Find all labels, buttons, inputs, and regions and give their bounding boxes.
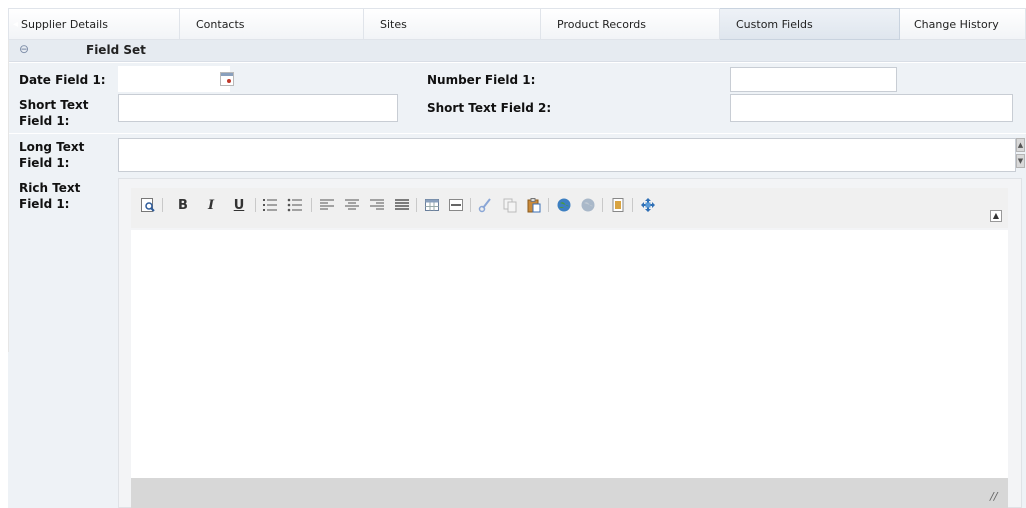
align-right-icon[interactable] <box>368 196 386 214</box>
editor-content-area[interactable] <box>131 230 1008 478</box>
tab-label: Product Records <box>557 17 646 31</box>
calendar-icon[interactable] <box>220 72 234 86</box>
collapse-icon[interactable]: ▲ <box>990 210 1002 222</box>
short-text-field-1-label: Short Text Field 1: <box>19 98 89 128</box>
collapse-minus-icon[interactable]: ⊖ <box>18 43 30 55</box>
short-text-field-2-label: Short Text Field 2: <box>427 101 552 115</box>
toolbar-separator <box>416 198 417 212</box>
justify-icon[interactable] <box>393 196 411 214</box>
horizontal-rule-icon[interactable] <box>447 196 465 214</box>
toolbar-separator <box>311 198 312 212</box>
unordered-list-icon[interactable] <box>286 196 304 214</box>
toolbar-separator <box>602 198 603 212</box>
left-border <box>8 40 9 352</box>
tab-label: Change History <box>914 17 999 31</box>
tab-change-history[interactable]: Change History <box>900 8 1026 40</box>
date-field-1-input[interactable] <box>118 66 230 92</box>
number-field-1-input[interactable] <box>730 67 897 92</box>
field-set-title: Field Set <box>86 43 146 57</box>
field-set-header: ⊖ Field Set <box>8 40 1026 62</box>
toolbar-separator <box>632 198 633 212</box>
tab-label: Sites <box>380 17 407 31</box>
editor-toolbar: B I U <box>131 188 1008 228</box>
scroll-up-icon[interactable]: ▲ <box>1016 138 1025 152</box>
toolbar-separator <box>162 198 163 212</box>
toolbar-separator <box>548 198 549 212</box>
toolbar-separator <box>255 198 256 212</box>
source-icon[interactable] <box>609 196 627 214</box>
tab-label: Contacts <box>196 17 245 31</box>
long-text-field-1-label: Long Text Field 1: <box>19 140 85 170</box>
short-text-field-1-input[interactable] <box>118 94 398 122</box>
cut-icon[interactable] <box>477 196 495 214</box>
long-text-field-1-textarea[interactable] <box>118 138 1016 172</box>
preview-icon[interactable] <box>139 196 157 214</box>
back-arrow-icon: ◂ <box>13 18 19 30</box>
resize-grip-icon[interactable]: // <box>990 490 1004 504</box>
italic-icon[interactable]: I <box>202 196 220 214</box>
date-field-1-label: Date Field 1: <box>19 73 106 87</box>
maximize-icon[interactable] <box>639 196 657 214</box>
tab-supplier-details[interactable]: ◂ Supplier Details <box>8 8 180 40</box>
tab-custom-fields[interactable]: Custom Fields <box>720 8 900 40</box>
tab-label: Supplier Details <box>21 17 108 31</box>
tab-product-records[interactable]: Product Records <box>541 8 720 40</box>
tab-sites[interactable]: Sites <box>364 8 541 40</box>
tab-label: Custom Fields <box>736 17 813 31</box>
toolbar-separator <box>470 198 471 212</box>
editor-status-bar <box>131 478 1008 508</box>
underline-icon[interactable]: U <box>230 196 248 214</box>
rich-text-field-1-label: Rich Text Field 1: <box>19 181 81 211</box>
table-icon[interactable] <box>423 196 441 214</box>
ordered-list-icon[interactable] <box>261 196 279 214</box>
align-left-icon[interactable] <box>318 196 336 214</box>
tab-contacts[interactable]: Contacts <box>180 8 364 40</box>
paste-icon[interactable] <box>525 196 543 214</box>
copy-icon[interactable] <box>501 196 519 214</box>
number-field-1-label: Number Field 1: <box>427 73 536 87</box>
scroll-down-icon[interactable]: ▼ <box>1016 154 1025 168</box>
short-text-field-2-input[interactable] <box>730 94 1013 122</box>
tab-bar: ◂ Supplier Details Contacts Sites Produc… <box>8 8 1026 40</box>
insert-link-icon[interactable] <box>555 196 573 214</box>
remove-link-icon[interactable] <box>579 196 597 214</box>
align-center-icon[interactable] <box>343 196 361 214</box>
bold-icon[interactable]: B <box>174 196 192 214</box>
